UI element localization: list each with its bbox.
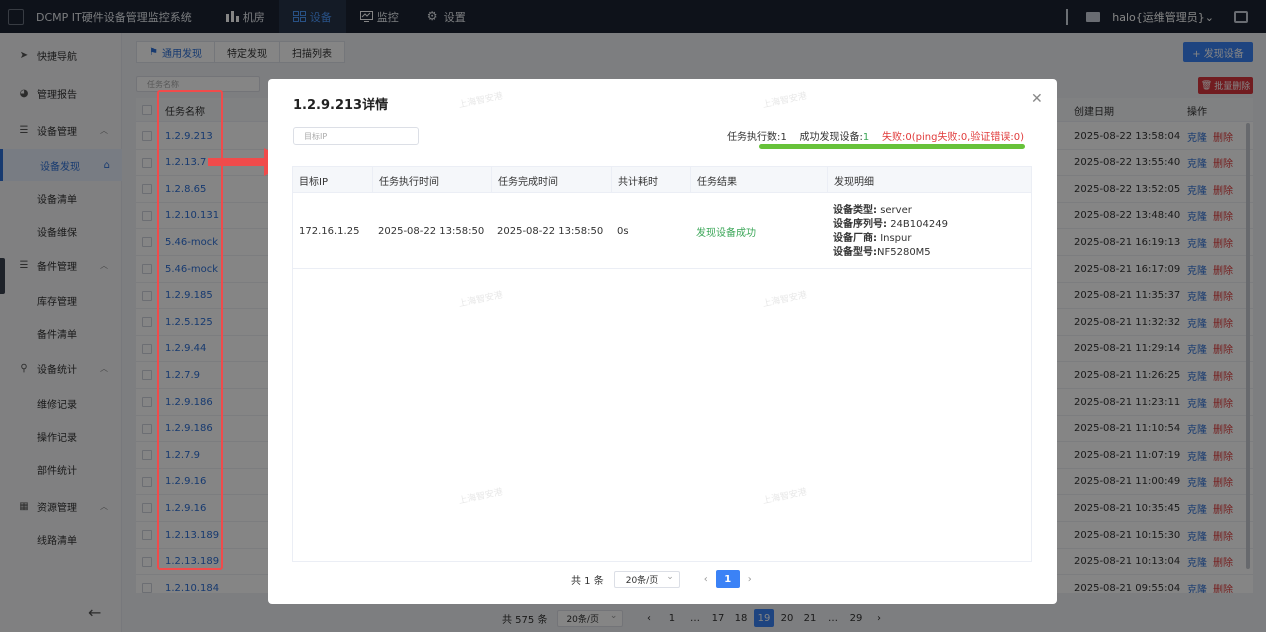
progress-fill [759,144,1025,149]
detail-value: server [880,205,912,216]
header-duration: 共计耗时 [611,167,690,193]
watermark: 上海智安港 [457,91,504,111]
detail-label: 设备厂商: [833,233,877,244]
detail-label: 设备序列号: [833,219,887,230]
cell-target-ip: 172.16.1.25 [299,226,360,237]
cell-result: 发现设备成功 [696,228,756,239]
table-row: 172.16.1.25 2025-08-22 13:58:50 2025-08-… [293,194,1031,269]
detail-line: 设备序列号: 24B104249 [833,218,948,232]
next-page-button[interactable]: › [748,574,752,585]
page-button-current[interactable]: 1 [715,570,740,588]
header-result: 任务结果 [690,167,827,193]
page-size-select[interactable]: 20条/页 [613,570,680,588]
cell-duration: 0s [617,226,629,237]
success-label: 成功发现设备: [799,132,863,143]
success-value: 1 [862,132,870,143]
cell-detail: 设备类型: server 设备序列号: 24B104249 设备厂商: Insp… [833,204,948,260]
detail-line: 设备厂商: Inspur [833,232,948,246]
target-ip-input[interactable]: 目标IP [293,127,419,145]
detail-label: 设备型号: [833,247,877,258]
header-done-time: 任务完成时间 [491,167,611,193]
modal-title: 1.2.9.213详情 [293,98,389,113]
header-detail: 发现明细 [827,167,1031,193]
detail-label: 设备类型: [833,205,877,216]
cell-done-time: 2025-08-22 13:58:50 [497,226,604,237]
pager-total: 共 1 条 [571,575,604,587]
task-detail-modal: 上海智安港 上海智安港 上海智安港 上海智安港 上海智安港 上海智安港 1.2.… [268,79,1057,604]
result-table-header: 目标IP 任务执行时间 任务完成时间 共计耗时 任务结果 发现明细 [293,167,1031,193]
header-target-ip: 目标IP [299,176,328,188]
exec-count-label: 任务执行数: [727,132,781,143]
detail-value: NF5280M5 [877,247,931,258]
header-exec-time: 任务执行时间 [372,167,491,193]
result-table: 目标IP 任务执行时间 任务完成时间 共计耗时 任务结果 发现明细 172.16… [292,166,1032,562]
detail-value: 24B104249 [890,219,948,230]
cell-exec-time: 2025-08-22 13:58:50 [378,226,485,237]
task-stats: 任务执行数:1 成功发现设备:1 失败:0(ping失败:0,验证错误:0) [727,128,1024,143]
modal-pager: 共 1 条 20条/页 ‹ 1 › [571,570,760,588]
watermark: 上海智安港 [761,91,808,111]
detail-line: 设备型号:NF5280M5 [833,246,948,260]
close-icon[interactable]: ✕ [1031,91,1043,107]
detail-line: 设备类型: server [833,204,948,218]
fail-summary: 失败:0(ping失败:0,验证错误:0) [882,132,1024,143]
prev-page-button[interactable]: ‹ [704,574,708,585]
progress-bar [759,144,1025,149]
exec-count-value: 1 [780,132,787,143]
detail-value: Inspur [880,233,912,244]
